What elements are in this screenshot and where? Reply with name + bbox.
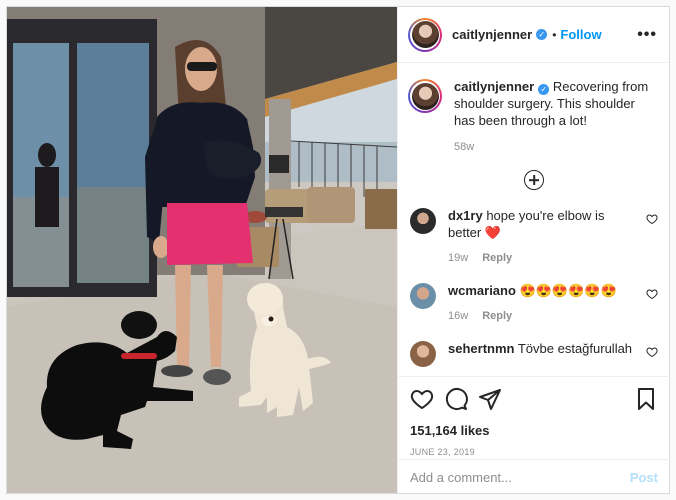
comment-time[interactable]: 16w (448, 310, 468, 322)
save-icon[interactable] (634, 387, 658, 411)
comment-username[interactable]: dx1ry (448, 208, 483, 223)
caption-username[interactable]: caitlynjenner (454, 79, 534, 94)
heart-icon[interactable] (410, 387, 434, 411)
share-icon[interactable] (478, 387, 502, 411)
comment-item: wcmariano 😍😍😍😍😍😍 16w Reply (398, 282, 670, 325)
commenter-avatar[interactable] (410, 283, 436, 309)
post-photo[interactable] (7, 7, 397, 493)
add-comment-bar: Post (398, 459, 670, 495)
post-photo-illustration (7, 7, 397, 493)
load-more-comments (398, 170, 670, 190)
instagram-post: caitlynjenner ✓ • Follow ••• caitlynjenn… (6, 6, 670, 494)
avatar-image (411, 82, 439, 110)
reply-button[interactable]: Reply (482, 252, 512, 264)
post-side-panel: caitlynjenner ✓ • Follow ••• caitlynjenn… (397, 7, 670, 495)
verified-badge-icon: ✓ (536, 29, 548, 40)
separator-dot: • (552, 27, 557, 42)
comment-item: dx1ry hope you're elbow is better ❤️ 19w… (398, 207, 670, 267)
avatar-image (411, 21, 439, 48)
comment-text: 😍😍😍😍😍😍 (519, 283, 617, 298)
post-date[interactable]: JUNE 23, 2019 (410, 447, 658, 457)
more-options-icon[interactable]: ••• (637, 26, 657, 44)
caption-time[interactable]: 58w (454, 139, 658, 156)
comment-like-heart-icon[interactable] (646, 213, 658, 225)
comment-text: Tövbe estağfurullah (517, 341, 633, 356)
reply-button[interactable]: Reply (482, 310, 512, 322)
commenter-avatar[interactable] (410, 341, 436, 367)
verified-badge-icon: ✓ (538, 84, 550, 95)
post-header: caitlynjenner ✓ • Follow ••• (398, 7, 669, 63)
header-username[interactable]: caitlynjenner (452, 27, 532, 42)
comment-username[interactable]: wcmariano (448, 283, 516, 298)
post-actions: 151,164 likes JUNE 23, 2019 (398, 376, 670, 457)
header-avatar[interactable] (408, 17, 442, 52)
comment-icon[interactable] (444, 387, 468, 411)
follow-button[interactable]: Follow (560, 27, 601, 42)
comment-item: sehertnmn Tövbe estağfurullah (398, 340, 670, 367)
commenter-avatar[interactable] (410, 208, 436, 234)
comment-time[interactable]: 19w (448, 252, 468, 264)
comment-like-heart-icon[interactable] (646, 288, 658, 300)
caption: caitlynjenner ✓ Recovering from shoulder … (398, 64, 670, 156)
load-more-comments-icon[interactable] (524, 170, 544, 190)
caption-avatar[interactable] (408, 79, 442, 113)
comment-username[interactable]: sehertnmn (448, 341, 514, 356)
post-comment-button[interactable]: Post (630, 470, 658, 485)
comment-input[interactable] (410, 470, 630, 485)
comments-section[interactable]: caitlynjenner ✓ Recovering from shoulder … (398, 64, 670, 376)
comment-like-heart-icon[interactable] (646, 346, 658, 358)
like-count[interactable]: 151,164 likes (410, 423, 658, 438)
